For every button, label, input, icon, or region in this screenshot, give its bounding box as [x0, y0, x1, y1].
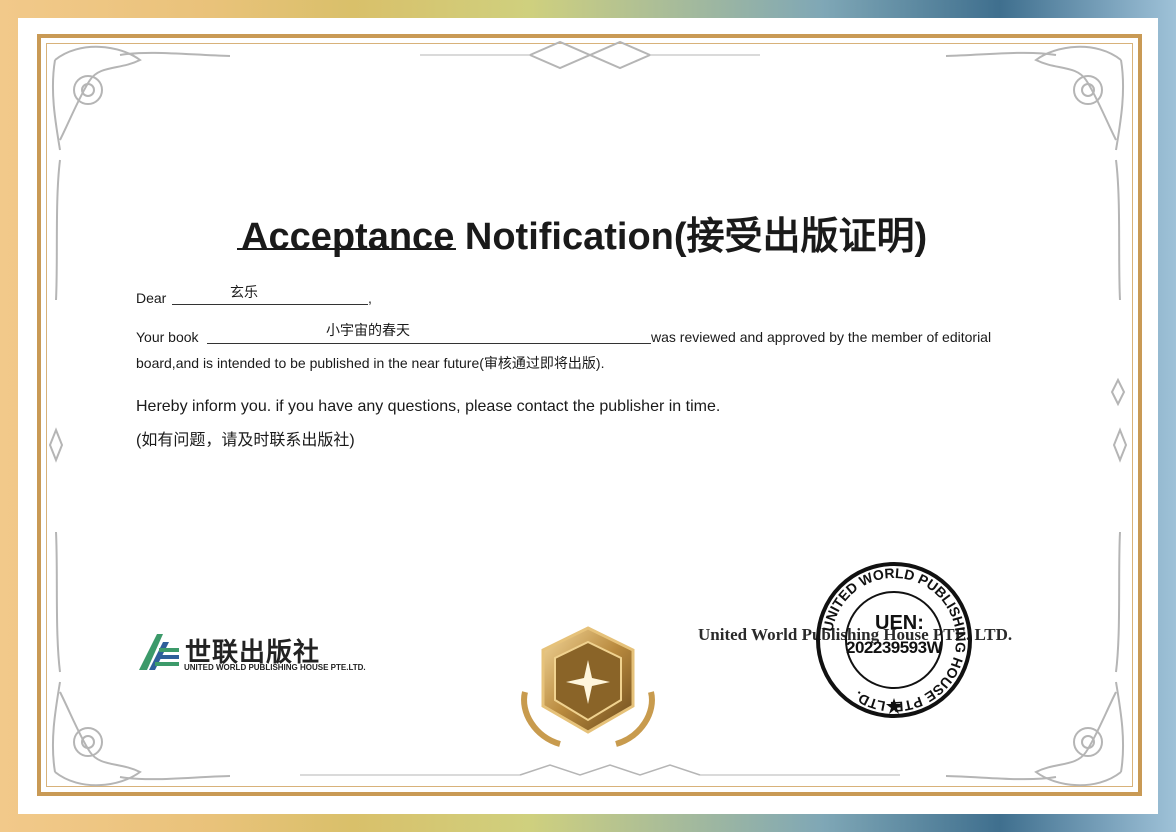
publisher-logo-icon	[139, 634, 179, 670]
inform-chinese: (如有问题，请及时联系出版社)	[136, 432, 355, 449]
recipient-name: 玄乐	[230, 285, 258, 301]
inform-english: Hereby inform you. if you have any quest…	[136, 398, 721, 415]
title-part-notification: Notification(接受出版证明)	[454, 216, 928, 258]
book-title: 小宇宙的春天	[326, 323, 410, 339]
dear-comma: ,	[368, 290, 372, 306]
title-part-acceptance: Acceptance	[241, 216, 455, 258]
book-suffix-text: was reviewed and approved by the member …	[651, 329, 992, 345]
approval-line: board,and is intended to be published in…	[136, 355, 605, 371]
book-label: Your book	[136, 329, 199, 345]
logo-name-en: UNITED WORLD PUBLISHING HOUSE PTE.LTD.	[184, 663, 366, 672]
gold-shield-badge-icon	[521, 626, 655, 747]
title-underline	[237, 248, 456, 250]
book-underline	[207, 343, 651, 344]
stamp-uen-number: 202239593W	[846, 638, 943, 657]
dear-underline	[172, 304, 368, 305]
stamp-uen-label: UEN:	[875, 612, 924, 634]
dear-label: Dear	[136, 290, 167, 306]
certificate-title: Acceptance Notification(接受出版证明)	[241, 205, 927, 260]
